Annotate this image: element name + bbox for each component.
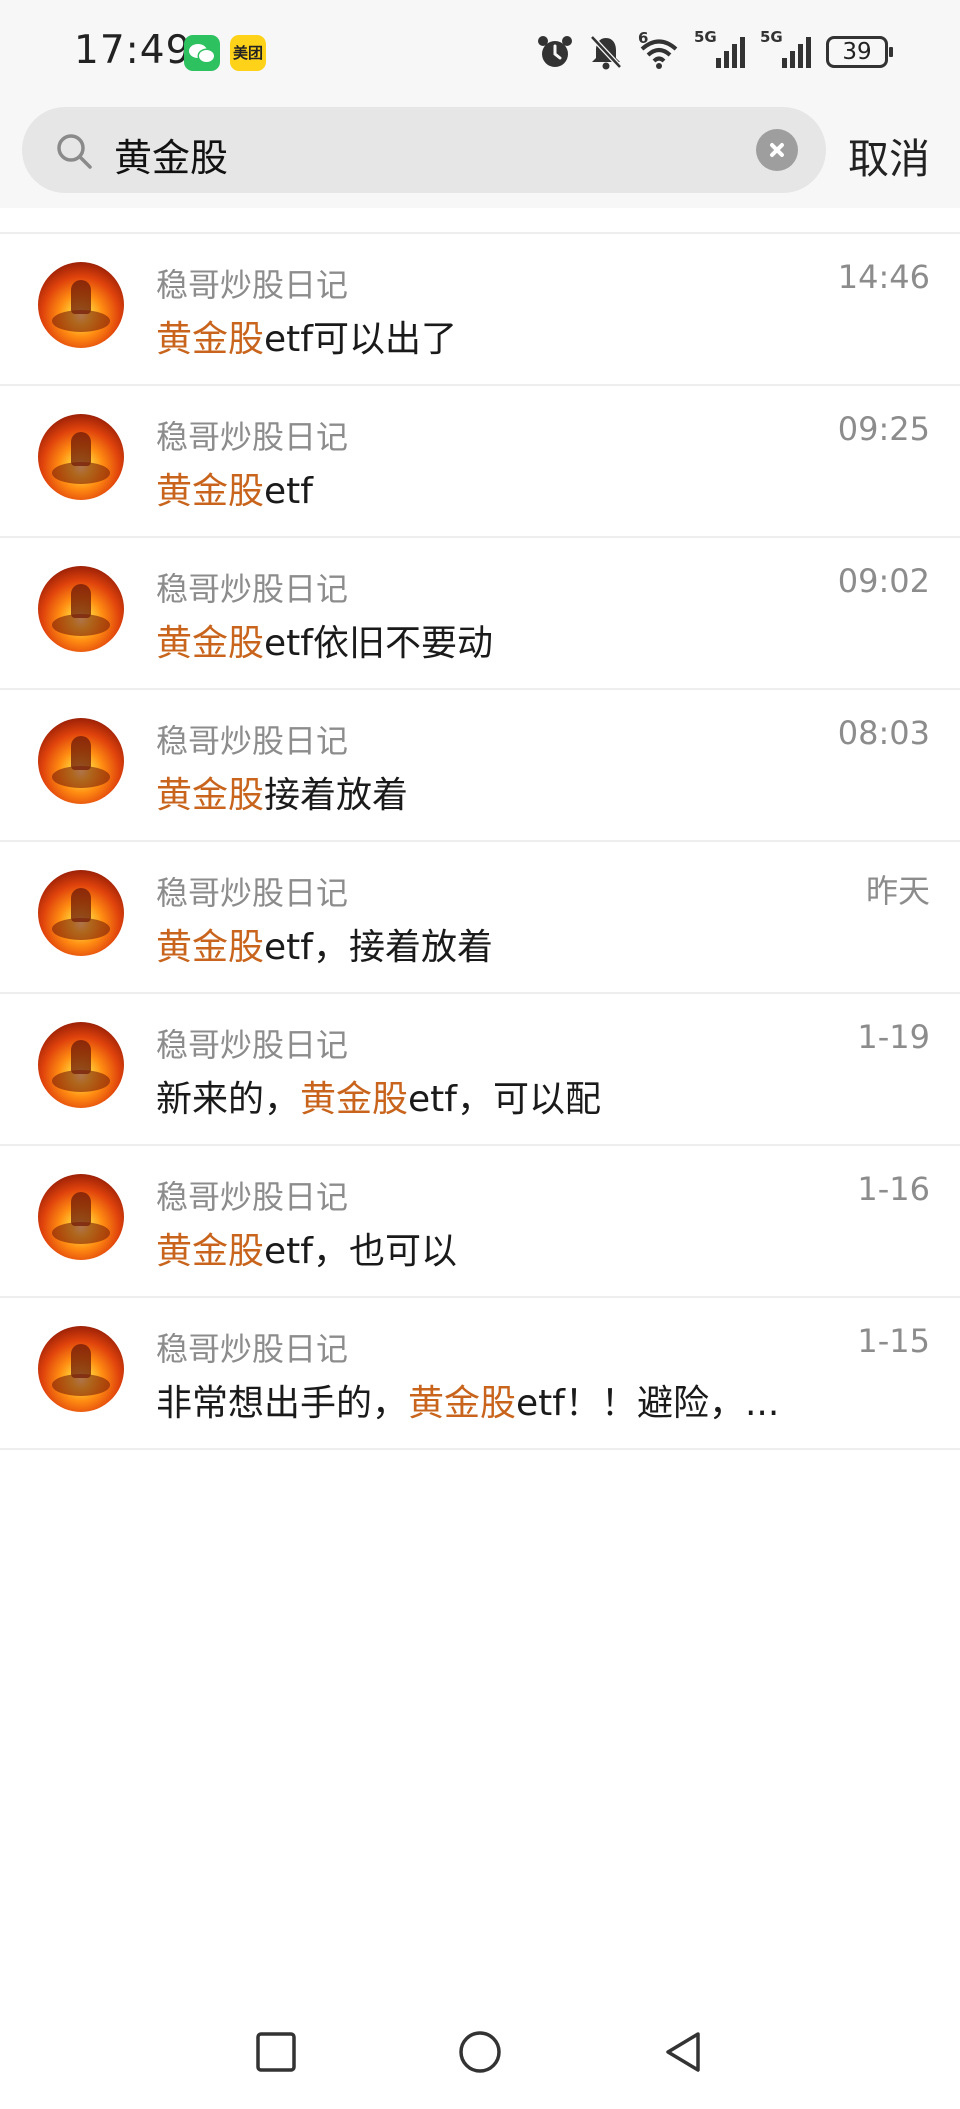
message-snippet: 黄金股etf可以出了 (156, 310, 457, 362)
alarm-icon (538, 36, 572, 67)
snippet-highlight: 黄金股 (156, 927, 265, 968)
system-nav-bar (0, 2010, 960, 2109)
search-input[interactable]: 黄金股 (22, 107, 826, 193)
snippet-suffix: etf！！避险，... (516, 1383, 780, 1424)
sender-name: 稳哥炒股日记 (156, 266, 349, 304)
snippet-suffix: etf，接着放着 (264, 927, 493, 968)
result-item[interactable]: 稳哥炒股日记 黄金股etf可以出了 14:46 (0, 234, 960, 386)
snippet-suffix: etf (264, 471, 313, 512)
avatar (38, 566, 124, 652)
mute-icon (590, 35, 622, 70)
snippet-highlight: 黄金股 (408, 1383, 517, 1424)
result-item[interactable]: 稳哥炒股日记 黄金股etf，接着放着 昨天 (0, 842, 960, 994)
snippet-suffix: etf可以出了 (264, 319, 457, 360)
message-snippet: 新来的，黄金股etf，可以配 (156, 1070, 601, 1122)
message-time: 1-19 (857, 1018, 930, 1056)
avatar (38, 262, 124, 348)
status-bar: 17:49 美团 6 5G 5G 39 (0, 0, 960, 104)
search-header: 黄金股 取消 (0, 104, 960, 208)
avatar (38, 1174, 124, 1260)
snippet-highlight: 黄金股 (156, 471, 265, 512)
sender-name: 稳哥炒股日记 (156, 1330, 349, 1368)
message-snippet: 黄金股接着放着 (156, 766, 408, 818)
wifi-icon (640, 39, 678, 69)
result-item[interactable]: 稳哥炒股日记 非常想出手的，黄金股etf！！避险，... 1-15 (0, 1298, 960, 1450)
snippet-suffix: etf依旧不要动 (264, 623, 493, 664)
snippet-prefix: 非常想出手的， (156, 1383, 409, 1424)
avatar (38, 414, 124, 500)
message-time: 14:46 (837, 258, 930, 296)
result-item[interactable]: 稳哥炒股日记 黄金股接着放着 08:03 (0, 690, 960, 842)
search-icon (57, 134, 92, 169)
search-results: 稳哥炒股日记 黄金股etf可以出了 14:46 稳哥炒股日记 黄金股etf 09… (0, 234, 960, 1450)
sender-name: 稳哥炒股日记 (156, 874, 349, 912)
sender-name: 稳哥炒股日记 (156, 570, 349, 608)
sender-name: 稳哥炒股日记 (156, 418, 349, 456)
message-snippet: 非常想出手的，黄金股etf！！避险，... (156, 1374, 779, 1426)
result-item[interactable]: 稳哥炒股日记 黄金股etf 09:25 (0, 386, 960, 538)
message-snippet: 黄金股etf依旧不要动 (156, 614, 493, 666)
wifi-status: 6 (638, 29, 680, 71)
cancel-button[interactable]: 取消 (848, 125, 930, 185)
sender-name: 稳哥炒股日记 (156, 722, 349, 760)
snippet-prefix: 新来的， (156, 1079, 301, 1120)
message-snippet: 黄金股etf，也可以 (156, 1222, 457, 1274)
message-time: 1-15 (857, 1322, 930, 1360)
wechat-notification-icon (184, 35, 220, 71)
signal-5g-icon (782, 37, 811, 68)
result-item[interactable]: 稳哥炒股日记 黄金股etf，也可以 1-16 (0, 1146, 960, 1298)
signal-5g-1: 5G (694, 28, 746, 72)
message-time: 09:25 (837, 410, 930, 448)
avatar (38, 870, 124, 956)
snippet-suffix: etf，也可以 (264, 1231, 457, 1272)
sender-name: 稳哥炒股日记 (156, 1026, 349, 1064)
snippet-highlight: 黄金股 (156, 319, 265, 360)
status-clock: 17:49 (74, 28, 192, 73)
home-circle-icon[interactable] (456, 2028, 504, 2076)
search-query[interactable]: 黄金股 (114, 127, 228, 182)
battery-indicator: 39 (826, 36, 893, 68)
signal-5g-2: 5G (760, 28, 812, 72)
snippet-suffix: etf，可以配 (408, 1079, 601, 1120)
snippet-highlight: 黄金股 (156, 623, 265, 664)
message-snippet: 黄金股etf (156, 462, 313, 514)
sender-name: 稳哥炒股日记 (156, 1178, 349, 1216)
meituan-notification-icon: 美团 (230, 35, 266, 71)
result-item[interactable]: 稳哥炒股日记 新来的，黄金股etf，可以配 1-19 (0, 994, 960, 1146)
message-time: 09:02 (837, 562, 930, 600)
message-time: 08:03 (837, 714, 930, 752)
clear-icon[interactable] (756, 129, 798, 171)
avatar (38, 1022, 124, 1108)
snippet-highlight: 黄金股 (300, 1079, 409, 1120)
avatar (38, 1326, 124, 1412)
message-time: 1-16 (857, 1170, 930, 1208)
snippet-highlight: 黄金股 (156, 775, 265, 816)
snippet-highlight: 黄金股 (156, 1231, 265, 1272)
recents-square-icon[interactable] (252, 2028, 300, 2076)
avatar (38, 718, 124, 804)
status-icons: 6 5G 5G 39 (536, 28, 893, 74)
signal-5g-icon (716, 37, 745, 68)
snippet-suffix: 接着放着 (264, 775, 409, 816)
message-time: 昨天 (865, 872, 930, 910)
message-snippet: 黄金股etf，接着放着 (156, 918, 493, 970)
back-triangle-icon[interactable] (660, 2028, 708, 2076)
result-item[interactable]: 稳哥炒股日记 黄金股etf依旧不要动 09:02 (0, 538, 960, 690)
